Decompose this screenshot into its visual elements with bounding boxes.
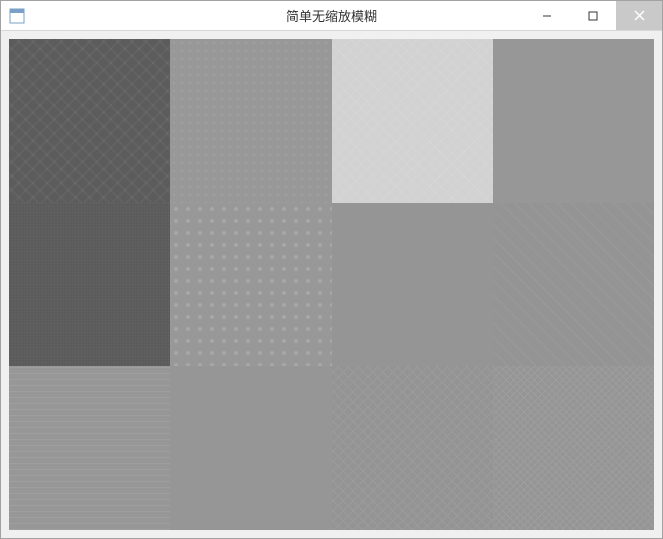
image-canvas (9, 39, 654, 530)
texture-tile (170, 203, 331, 367)
maximize-button[interactable] (570, 1, 616, 30)
texture-tile (170, 366, 331, 530)
titlebar[interactable]: 简单无缩放模糊 (1, 1, 662, 31)
minimize-button[interactable] (524, 1, 570, 30)
texture-tile (9, 203, 170, 367)
texture-tile (332, 366, 493, 530)
maximize-icon (588, 11, 598, 21)
app-window: 简单无缩放模糊 (0, 0, 663, 539)
texture-tile (332, 39, 493, 203)
texture-tile (170, 39, 331, 203)
close-button[interactable] (616, 1, 662, 30)
texture-tile (332, 203, 493, 367)
app-icon (9, 8, 25, 24)
close-icon (634, 10, 645, 21)
texture-tile (9, 366, 170, 530)
minimize-icon (542, 11, 552, 21)
texture-tile (493, 366, 654, 530)
texture-tile (493, 39, 654, 203)
client-area (1, 31, 662, 538)
window-controls (524, 1, 662, 30)
texture-tile (9, 39, 170, 203)
texture-tile (493, 203, 654, 367)
